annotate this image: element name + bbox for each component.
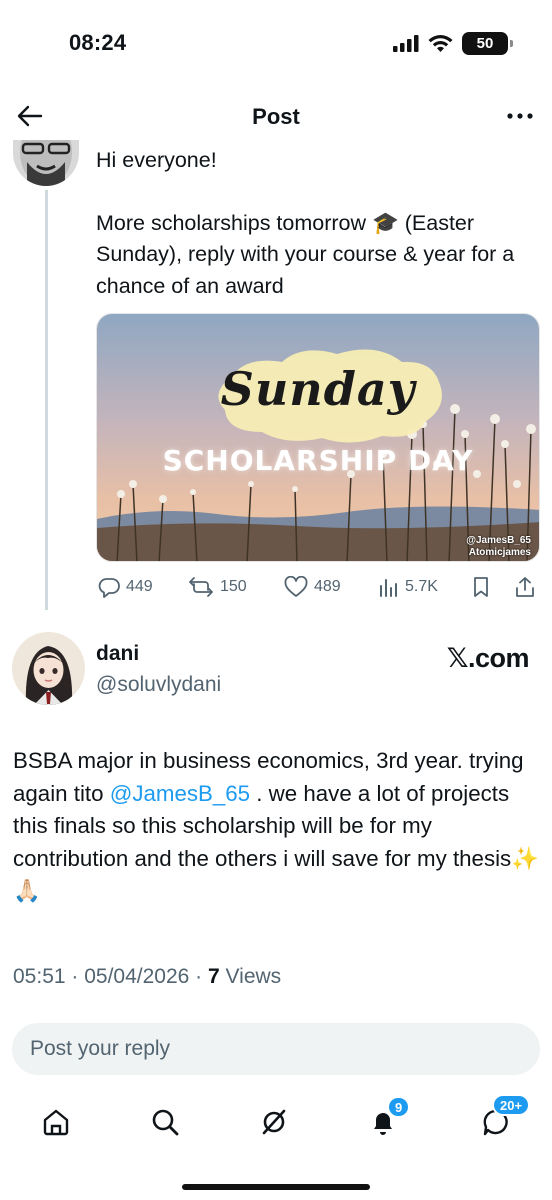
media-twitter-handle: @JamesB_65 bbox=[466, 535, 531, 546]
views-number: 7 bbox=[208, 965, 220, 988]
reply-author-name[interactable]: dani bbox=[96, 642, 139, 666]
media-script-text: Sunday bbox=[220, 362, 416, 416]
more-horizontal-icon bbox=[507, 113, 533, 119]
original-post-text: Hi everyone! More scholarships tomorrow … bbox=[96, 145, 541, 302]
search-icon bbox=[152, 1109, 179, 1136]
more-button[interactable] bbox=[502, 98, 538, 134]
home-indicator bbox=[182, 1184, 370, 1190]
like-count: 489 bbox=[314, 578, 341, 595]
repost-icon bbox=[189, 577, 213, 597]
cellular-signal-icon bbox=[393, 34, 419, 52]
status-bar: 08:24 50 bbox=[0, 0, 552, 92]
reply-action[interactable]: 449 bbox=[98, 576, 153, 598]
views-action[interactable]: 5.7K bbox=[379, 576, 438, 598]
status-time: 08:24 bbox=[69, 30, 127, 55]
post-meta: 05:51 · 05/04/2026 · 7 Views bbox=[13, 965, 282, 988]
messages-badge: 20+ bbox=[492, 1094, 531, 1116]
page-title: Post bbox=[252, 104, 300, 129]
grok-icon bbox=[262, 1109, 286, 1135]
views-label: Views bbox=[225, 965, 282, 988]
heart-icon bbox=[284, 576, 308, 597]
post-actions: 449 150 489 5.7K bbox=[96, 574, 540, 602]
post-time: 05:51 bbox=[13, 965, 66, 988]
bookmark-action[interactable] bbox=[472, 576, 490, 598]
original-post-line-2: More scholarships tomorrow 🎓 (Easter Sun… bbox=[96, 210, 515, 298]
post-image[interactable]: Sunday SCHOLARSHIP DAY @JamesB_65 Atomic… bbox=[96, 313, 540, 562]
repost-count: 150 bbox=[220, 578, 247, 595]
share-action[interactable] bbox=[514, 576, 536, 598]
views-count: 5.7K bbox=[405, 578, 438, 595]
media-youtube-handle: Atomicjames bbox=[468, 547, 531, 558]
thread-line bbox=[45, 190, 48, 610]
like-action[interactable]: 489 bbox=[284, 576, 341, 598]
analytics-icon bbox=[380, 579, 397, 597]
repost-action[interactable]: 150 bbox=[188, 576, 247, 598]
reply-icon bbox=[98, 578, 120, 598]
reply-author-avatar[interactable] bbox=[12, 632, 85, 705]
share-icon bbox=[516, 577, 534, 597]
nav-search[interactable] bbox=[143, 1100, 187, 1144]
bookmark-icon bbox=[474, 577, 488, 597]
status-icons: 50 bbox=[393, 32, 513, 55]
nav-messages[interactable]: 20+ bbox=[474, 1094, 531, 1144]
post-date: 05/04/2026 bbox=[84, 965, 190, 988]
reply-input[interactable]: Post your reply bbox=[12, 1023, 540, 1075]
home-icon bbox=[43, 1109, 69, 1136]
header: Post bbox=[0, 92, 552, 140]
wifi-icon bbox=[428, 35, 453, 52]
original-post-avatar[interactable] bbox=[13, 140, 79, 186]
notifications-badge: 9 bbox=[387, 1096, 411, 1118]
nav-grok[interactable] bbox=[252, 1100, 296, 1144]
battery-level: 50 bbox=[476, 35, 494, 52]
bottom-nav: 9 20+ bbox=[0, 1090, 552, 1160]
media-caption: SCHOLARSHIP DAY bbox=[162, 444, 474, 477]
reply-author-handle[interactable]: @soluvlydani bbox=[96, 673, 221, 697]
reply-text: BSBA major in business economics, 3rd ye… bbox=[13, 745, 543, 908]
reply-count: 449 bbox=[126, 578, 153, 595]
nav-notifications[interactable]: 9 bbox=[361, 1096, 411, 1144]
source-label: 𝕏.com bbox=[446, 643, 530, 673]
nav-home[interactable] bbox=[34, 1100, 78, 1144]
mention-link[interactable]: @JamesB_65 bbox=[110, 781, 250, 806]
battery-icon: 50 bbox=[462, 32, 513, 55]
original-post-line-1: Hi everyone! bbox=[96, 148, 217, 172]
